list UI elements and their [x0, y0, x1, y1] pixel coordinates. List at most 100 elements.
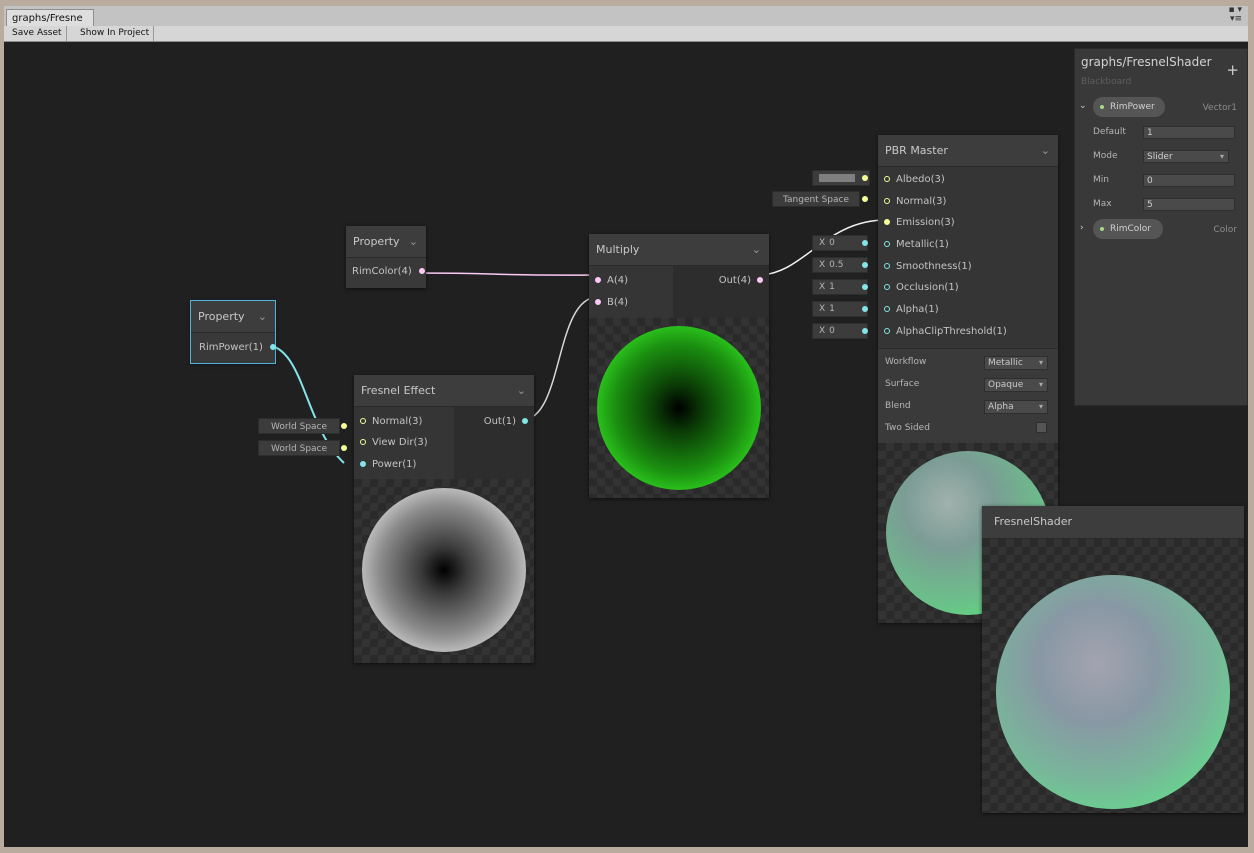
input-port-a[interactable]: A(4)	[595, 274, 628, 288]
multiply-node[interactable]: Multiply ⌄ A(4) B(4) Out(4)	[589, 234, 769, 498]
input-port-smoothness[interactable]: Smoothness(1)	[884, 260, 972, 274]
surface-dropdown[interactable]: Opaque ▾	[984, 378, 1048, 392]
input-port-b[interactable]: B(4)	[595, 296, 628, 310]
port-dot-icon[interactable]	[595, 277, 601, 283]
port-dot-icon[interactable]	[360, 418, 366, 424]
output-port-rimcolor[interactable]: RimColor(4)	[352, 265, 425, 279]
workflow-dropdown[interactable]: Metallic ▾	[984, 356, 1048, 370]
alpha-value-field[interactable]: X1	[812, 301, 868, 317]
fresnel-viewdir-space-field[interactable]: World Space	[258, 440, 340, 456]
port-dot-icon[interactable]	[884, 306, 890, 312]
input-port-emission[interactable]: Emission(3)	[884, 216, 955, 230]
wire-rimcolor-to-multiply-a[interactable]	[414, 272, 596, 276]
property-node-rimcolor[interactable]: Property ⌄ RimColor(4)	[346, 226, 426, 288]
chevron-down-icon[interactable]: ⌄	[752, 234, 761, 265]
property-pill-rimcolor[interactable]: RimColor	[1093, 219, 1163, 239]
node-title: PBR Master	[885, 144, 948, 157]
port-dot-icon[interactable]	[884, 176, 890, 182]
main-preview-viewport[interactable]	[982, 539, 1244, 813]
fresnel-effect-node[interactable]: Fresnel Effect ⌄ Normal(3) View Dir(3) Po…	[354, 375, 534, 663]
port-label: RimColor(4)	[352, 266, 412, 277]
smoothness-value: 0.5	[829, 260, 844, 270]
metallic-value-field[interactable]: X0	[812, 235, 868, 251]
port-label: RimPower(1)	[199, 342, 263, 353]
dropdown-arrow-icon: ▾	[1219, 152, 1224, 161]
port-dot-icon[interactable]	[884, 263, 890, 269]
occlusion-value-field[interactable]: X1	[812, 279, 868, 295]
node-title: Fresnel Effect	[361, 384, 436, 397]
chevron-down-icon[interactable]: ⌄	[258, 301, 267, 332]
port-dot-icon[interactable]	[595, 299, 601, 305]
main-preview-window[interactable]: FresnelShader	[982, 506, 1244, 813]
normal-space-field[interactable]: Tangent Space	[772, 191, 860, 207]
smoothness-value-field[interactable]: X 0.5	[812, 257, 868, 273]
input-port-alpha[interactable]: Alpha(1)	[884, 303, 939, 317]
chevron-down-icon[interactable]: ⌄	[1079, 101, 1087, 111]
chevron-down-icon[interactable]: ⌄	[1041, 135, 1050, 166]
port-dot-icon[interactable]	[418, 268, 425, 274]
blackboard-subtitle: Blackboard	[1081, 77, 1132, 87]
default-value-input[interactable]: 1	[1143, 126, 1235, 139]
window-tab[interactable]: graphs/Fresne	[6, 9, 94, 26]
window-controls[interactable]: ▪ ▾ ▾≡	[1229, 6, 1242, 24]
port-dot-icon[interactable]	[360, 439, 366, 445]
main-preview-title[interactable]: FresnelShader	[982, 506, 1244, 539]
albedo-color-swatch[interactable]	[819, 174, 855, 182]
port-dot-icon[interactable]	[757, 277, 763, 283]
input-port-alpha-clip[interactable]: AlphaClipThreshold(1)	[884, 325, 1007, 339]
alpha-clip-value-field[interactable]: X0	[812, 323, 868, 339]
input-port-metallic[interactable]: Metallic(1)	[884, 238, 949, 252]
port-label: Occlusion(1)	[896, 282, 959, 293]
input-port-occlusion[interactable]: Occlusion(1)	[884, 281, 959, 295]
input-port-normal[interactable]: Normal(3)	[360, 415, 422, 429]
input-port-power[interactable]: Power(1)	[360, 458, 416, 472]
workflow-label: Workflow	[885, 357, 927, 367]
property-type-vector1: Vector1	[1202, 103, 1237, 113]
property-pill-rimpower[interactable]: RimPower	[1093, 97, 1165, 117]
input-port-normal[interactable]: Normal(3)	[884, 195, 946, 209]
shader-graph-window: graphs/Fresne ▪ ▾ ▾≡ Save Asset Show In …	[4, 6, 1248, 847]
port-dot-icon[interactable]	[884, 219, 890, 225]
fresnel-normal-space-field[interactable]: World Space	[258, 418, 340, 434]
node-outputs: Out(4)	[673, 266, 769, 318]
window-tab-bar: graphs/Fresne ▪ ▾ ▾≡	[4, 6, 1248, 27]
mode-dropdown[interactable]: Slider ▾	[1143, 150, 1229, 163]
port-label: Out(1)	[483, 416, 516, 427]
dropdown-value: Opaque	[988, 380, 1024, 390]
port-dot-icon[interactable]	[522, 418, 528, 424]
output-port-rimpower[interactable]: RimPower(1)	[199, 341, 277, 355]
port-dot-icon[interactable]	[884, 328, 890, 334]
port-dot-icon[interactable]	[884, 284, 890, 290]
connector-dot-icon	[862, 306, 868, 312]
add-property-button[interactable]: +	[1226, 61, 1239, 79]
connector-dot-icon	[862, 328, 868, 334]
property-dot-icon	[1100, 105, 1104, 109]
port-label: Smoothness(1)	[896, 261, 972, 272]
two-sided-checkbox[interactable]	[1036, 422, 1047, 433]
show-in-project-button[interactable]: Show In Project	[76, 26, 155, 41]
port-dot-icon[interactable]	[884, 198, 890, 204]
property-node-rimpower[interactable]: Property ⌄ RimPower(1)	[190, 300, 277, 364]
chevron-down-icon[interactable]: ⌄	[409, 226, 418, 257]
input-port-albedo[interactable]: Albedo(3)	[884, 173, 945, 187]
port-label: B(4)	[607, 297, 629, 308]
blend-dropdown[interactable]: Alpha ▾	[984, 400, 1048, 414]
port-dot-icon[interactable]	[884, 241, 890, 247]
chevron-down-icon[interactable]: ⌄	[517, 375, 526, 406]
max-value-input[interactable]: 5	[1143, 198, 1235, 211]
port-dot-icon[interactable]	[360, 461, 366, 467]
port-label: Albedo(3)	[896, 174, 945, 185]
port-dot-icon[interactable]	[270, 344, 277, 350]
save-asset-button[interactable]: Save Asset	[8, 26, 67, 41]
connector-dot-icon	[341, 423, 347, 429]
min-value-input[interactable]: 0	[1143, 174, 1235, 187]
output-port-out[interactable]: Out(1)	[484, 415, 528, 429]
port-label: View Dir(3)	[372, 437, 428, 448]
chevron-right-icon[interactable]: ›	[1080, 223, 1084, 233]
connector-dot-icon	[862, 262, 868, 268]
input-port-viewdir[interactable]: View Dir(3)	[360, 436, 428, 450]
output-port-out[interactable]: Out(4)	[719, 274, 763, 288]
window-menu-icon[interactable]: ▾≡	[1229, 15, 1242, 24]
port-label: Out(4)	[718, 275, 751, 286]
graph-canvas[interactable]: Property ⌄ RimColor(4) Property ⌄ RimPower…	[4, 42, 1248, 847]
